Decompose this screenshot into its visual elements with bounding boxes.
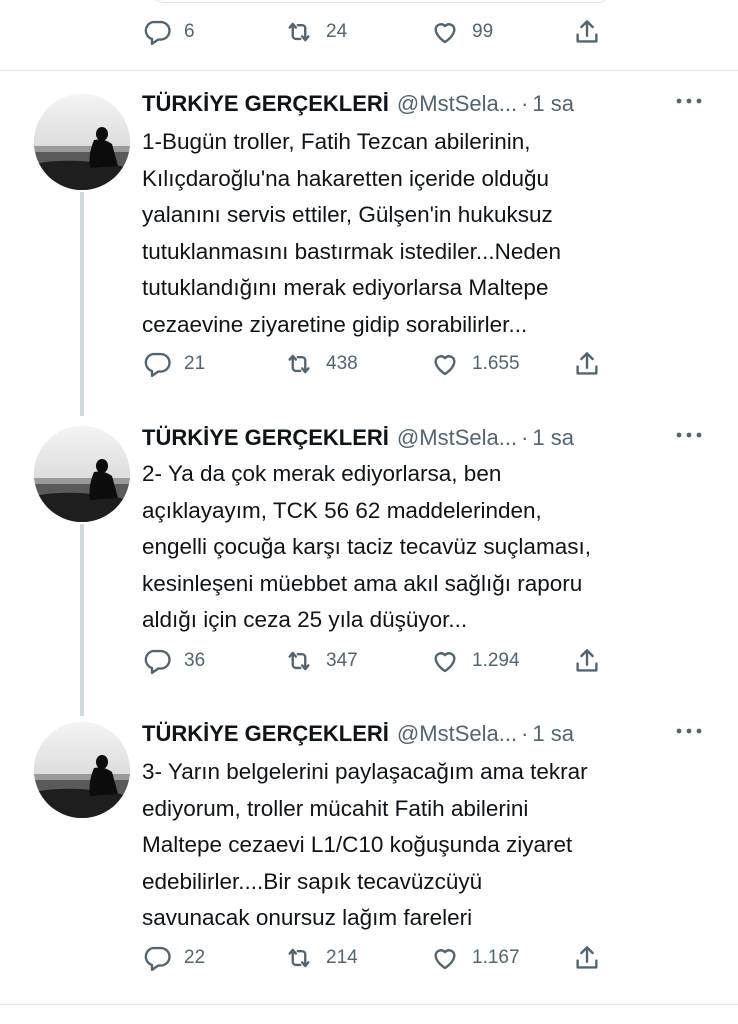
reply-icon	[144, 20, 171, 46]
previous-tweet-actions: 6 24 99	[0, 0, 738, 70]
retweet-icon	[288, 22, 310, 42]
tweet-text: 3- Yarın belgelerini paylaşacağım ama te…	[142, 759, 588, 931]
more-button[interactable]	[672, 420, 706, 450]
tweet-text: 1-Bugün troller, Fatih Tezcan abilerinin…	[142, 129, 561, 337]
reply-icon	[144, 946, 171, 972]
reply-count: 6	[184, 21, 195, 42]
like-count: 1.294	[472, 650, 520, 671]
user-handle[interactable]: @MstSela...	[397, 91, 517, 117]
user-handle[interactable]: @MstSela...	[397, 425, 517, 451]
reply-button[interactable]: 36	[142, 641, 205, 681]
reply-count: 36	[184, 650, 206, 671]
timestamp[interactable]: 1 sa	[532, 91, 574, 117]
share-button[interactable]	[572, 12, 602, 52]
avatar[interactable]	[34, 426, 130, 522]
heart-icon	[434, 949, 456, 970]
share-icon	[576, 649, 598, 672]
reply-icon	[144, 649, 171, 675]
thread-line	[80, 192, 84, 416]
share-button[interactable]	[572, 938, 602, 978]
retweet-count: 347	[326, 650, 358, 671]
share-button[interactable]	[572, 344, 602, 384]
retweet-button[interactable]: 214	[284, 938, 358, 978]
display-name[interactable]: TÜRKİYE GERÇEKLERİ	[142, 425, 389, 451]
like-button[interactable]: 1.167	[430, 938, 520, 978]
retweet-icon	[288, 354, 310, 374]
profile-photo	[34, 426, 130, 522]
heart-icon	[434, 652, 456, 673]
like-button[interactable]: 1.655	[430, 344, 520, 384]
divider	[0, 1004, 738, 1005]
reply-button[interactable]: 22	[142, 938, 205, 978]
display-name[interactable]: TÜRKİYE GERÇEKLERİ	[142, 721, 389, 747]
more-icon	[676, 98, 702, 104]
retweet-button[interactable]: 347	[284, 641, 358, 681]
reply-button[interactable]: 6	[142, 12, 195, 52]
separator-dot: ·	[521, 721, 529, 746]
tweet-header: TÜRKİYE GERÇEKLERİ @MstSela... · 1 sa	[142, 86, 574, 122]
action-bar: 21 438 1.655	[142, 344, 612, 384]
more-button[interactable]	[672, 716, 706, 746]
action-bar: 36 347 1.294	[142, 641, 612, 681]
display-name[interactable]: TÜRKİYE GERÇEKLERİ	[142, 91, 389, 117]
retweet-icon	[288, 948, 310, 968]
avatar[interactable]	[34, 722, 130, 818]
more-button[interactable]	[672, 86, 706, 116]
share-icon	[576, 946, 598, 969]
like-count: 99	[472, 21, 494, 42]
share-button[interactable]	[572, 641, 602, 681]
heart-icon	[434, 23, 456, 44]
reply-button[interactable]: 21	[142, 344, 205, 384]
avatar[interactable]	[34, 94, 130, 190]
quoted-card-edge	[150, 0, 612, 3]
reply-count: 22	[184, 947, 206, 968]
retweet-count: 24	[326, 21, 348, 42]
share-icon	[576, 352, 598, 375]
heart-icon	[434, 355, 456, 376]
tweet-text: 2- Ya da çok merak ediyorlarsa, ben açık…	[142, 461, 591, 633]
reply-count: 21	[184, 353, 206, 374]
like-button[interactable]: 99	[430, 12, 493, 52]
action-bar: 22 214 1.167	[142, 938, 612, 978]
action-bar: 6 24 99	[142, 12, 612, 52]
timestamp[interactable]: 1 sa	[532, 721, 574, 747]
like-count: 1.167	[472, 947, 520, 968]
like-button[interactable]: 1.294	[430, 641, 520, 681]
retweet-icon	[288, 651, 310, 671]
more-icon	[676, 728, 702, 734]
tweet-header: TÜRKİYE GERÇEKLERİ @MstSela... · 1 sa	[142, 716, 574, 752]
retweet-count: 214	[326, 947, 358, 968]
profile-photo	[34, 722, 130, 818]
profile-photo	[34, 94, 130, 190]
divider	[0, 70, 738, 71]
like-count: 1.655	[472, 353, 520, 374]
separator-dot: ·	[521, 425, 529, 450]
tweet-header: TÜRKİYE GERÇEKLERİ @MstSela... · 1 sa	[142, 420, 574, 456]
retweet-count: 438	[326, 353, 358, 374]
separator-dot: ·	[521, 91, 529, 116]
user-handle[interactable]: @MstSela...	[397, 721, 517, 747]
retweet-button[interactable]: 24	[284, 12, 347, 52]
more-icon	[676, 432, 702, 438]
reply-icon	[144, 352, 171, 378]
retweet-button[interactable]: 438	[284, 344, 358, 384]
timestamp[interactable]: 1 sa	[532, 425, 574, 451]
thread-line	[80, 524, 84, 716]
share-icon	[576, 20, 598, 43]
